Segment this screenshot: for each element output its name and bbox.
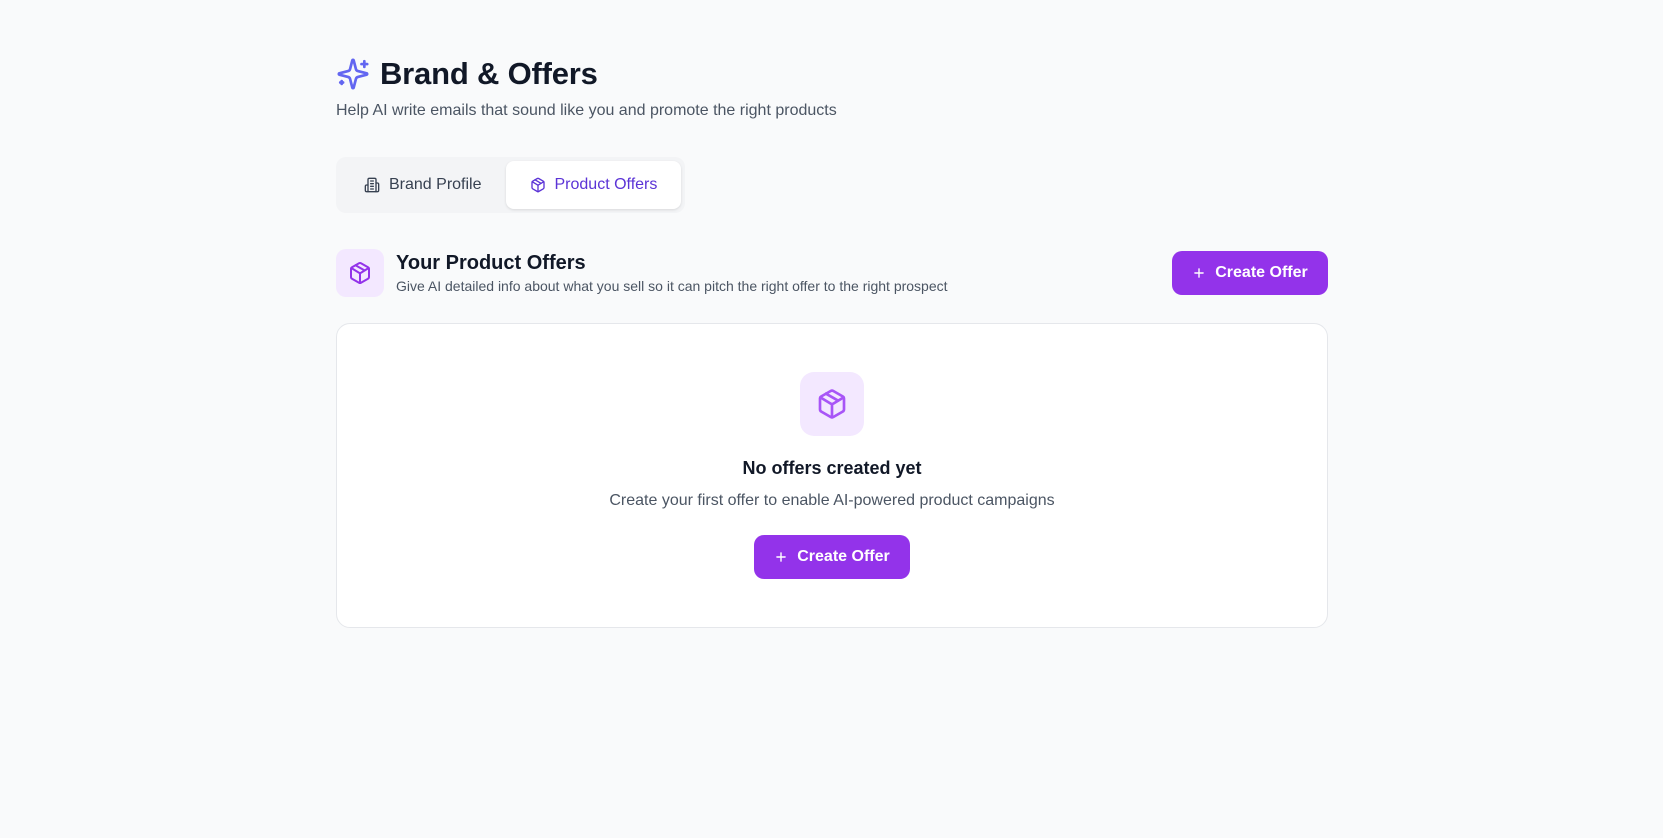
create-offer-button[interactable]: Create Offer — [1172, 251, 1328, 295]
empty-state-title: No offers created yet — [742, 458, 922, 478]
section-title: Your Product Offers — [396, 251, 586, 274]
page-header: Brand & Offers — [336, 56, 1328, 92]
tab-label: Brand Profile — [389, 176, 482, 193]
section-heading-group: Your Product Offers Give AI detailed inf… — [336, 249, 948, 297]
create-offer-label: Create Offer — [1215, 264, 1308, 281]
empty-state-card: No offers created yet Create your first … — [336, 323, 1328, 628]
create-first-offer-button[interactable]: Create Offer — [754, 535, 910, 579]
plus-icon — [774, 550, 788, 564]
empty-state-description: Create your first offer to enable AI-pow… — [609, 492, 1055, 509]
section-text: Your Product Offers Give AI detailed inf… — [396, 251, 948, 296]
building-icon — [364, 177, 380, 193]
page-title: Brand & Offers — [380, 56, 598, 91]
tab-brand-profile[interactable]: Brand Profile — [340, 161, 506, 209]
package-icon — [336, 249, 384, 297]
tab-product-offers[interactable]: Product Offers — [505, 161, 682, 209]
create-offer-label: Create Offer — [797, 548, 890, 565]
section-header: Your Product Offers Give AI detailed inf… — [336, 249, 1328, 297]
page-subtitle: Help AI write emails that sound like you… — [336, 102, 837, 119]
sparkles-icon — [336, 57, 370, 91]
package-icon — [800, 372, 864, 436]
section-description: Give AI detailed info about what you sel… — [396, 277, 948, 294]
main-content: Brand & Offers Help AI write emails that… — [336, 56, 1328, 628]
tab-label: Product Offers — [554, 176, 658, 193]
package-icon — [530, 177, 546, 193]
plus-icon — [1192, 266, 1206, 280]
tab-bar: Brand Profile Product Offers — [336, 157, 686, 213]
